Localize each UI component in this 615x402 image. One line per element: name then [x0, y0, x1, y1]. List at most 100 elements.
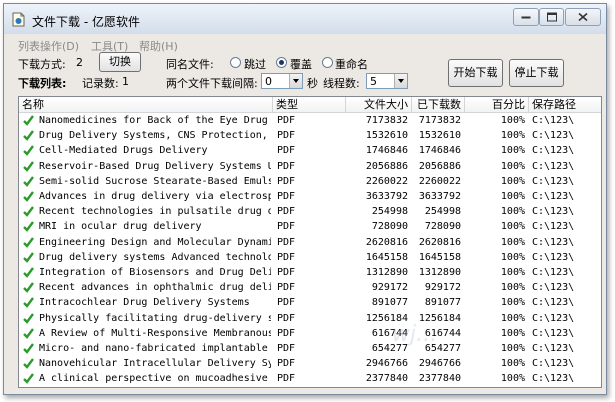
cell-downloaded: 728090	[424, 221, 461, 233]
menu-help[interactable]: 帮助(H)	[139, 38, 178, 54]
checkmark-icon	[23, 176, 34, 187]
table-row[interactable]: Nanomedicines for Back of the Eye Drug D…	[19, 113, 601, 128]
checkmark-icon	[23, 343, 34, 354]
checkmark-icon	[23, 297, 34, 309]
cell-type: PDF	[277, 130, 296, 142]
checkmark-icon	[23, 160, 34, 172]
cell-size: 2056886	[365, 160, 408, 172]
cell-type: PDF	[277, 236, 296, 248]
table-row[interactable]: Cell-Mediated Drugs Delivery PDF 1746846 17…	[19, 143, 601, 158]
radio-skip[interactable]	[230, 57, 241, 68]
mode-label: 下载方式:	[18, 58, 66, 71]
cell-path: C:\123\	[532, 297, 575, 309]
cell-name: Drug Delivery Systems, CNS Protection, a…	[39, 130, 271, 142]
threads-value: 5	[370, 75, 377, 88]
threads-label: 线程数:	[323, 77, 360, 90]
cell-size: 2620816	[365, 236, 408, 248]
title-bar[interactable]: 文件下载 - 亿愿软件	[4, 4, 606, 34]
app-window: 文件下载 - 亿愿软件 列表操作(D) 工具(T) 帮助(H) 下载方式: 2 …	[3, 3, 607, 395]
switch-button[interactable]: 切换	[99, 52, 141, 72]
close-icon	[578, 12, 588, 22]
table-row[interactable]: MRI in ocular drug delivery PDF 728090 7280…	[19, 219, 601, 234]
table-row[interactable]: A clinical perspective on mucoadhesive b…	[19, 371, 601, 386]
column-header-percent[interactable]: 百分比	[465, 97, 529, 112]
radio-overwrite[interactable]	[276, 57, 287, 68]
cell-percent: 100%	[500, 145, 525, 157]
interval-select[interactable]: 0	[261, 73, 303, 89]
cell-path: C:\123\	[532, 206, 575, 218]
cell-type: PDF	[277, 267, 296, 278]
download-list[interactable]: 名称 类型 文件大小 已下载数 百分比 保存路径 Nanomedicines f…	[18, 96, 602, 388]
cell-name: Semi-solid Sucrose Stearate-Based Emulsi…	[39, 175, 271, 187]
cell-type: PDF	[277, 358, 296, 370]
table-row[interactable]: Semi-solid Sucrose Stearate-Based Emulsi…	[19, 174, 601, 189]
table-row[interactable]: Engineering Design and Molecular Dynamic…	[19, 235, 601, 250]
cell-path: C:\123\	[532, 145, 575, 157]
table-row[interactable]: Recent technologies in pulsatile drug de…	[19, 204, 601, 219]
download-list-label: 下载列表:	[18, 77, 67, 90]
cell-size: 1532610	[365, 130, 408, 142]
interval-value: 0	[265, 75, 272, 88]
cell-percent: 100%	[500, 267, 525, 278]
cell-type: PDF	[277, 251, 296, 263]
threads-select[interactable]: 5	[366, 73, 408, 89]
column-header-size[interactable]: 文件大小	[346, 97, 412, 112]
column-header-path[interactable]: 保存路径	[529, 97, 601, 112]
minimize-icon	[521, 16, 531, 19]
cell-size: 728090	[371, 221, 408, 233]
table-row[interactable]: Drug Delivery Systems, CNS Protection, a…	[19, 128, 601, 143]
table-row[interactable]: A Review of Multi-Responsive Membranous …	[19, 326, 601, 341]
table-row[interactable]: Intracochlear Drug Delivery Systems PDF 89…	[19, 295, 601, 310]
record-count-value: 1	[122, 75, 129, 88]
cell-type: PDF	[277, 282, 296, 294]
checkmark-icon	[23, 115, 34, 126]
cell-type: PDF	[277, 327, 296, 339]
cell-downloaded: 2377840	[418, 373, 461, 385]
cell-percent: 100%	[500, 221, 525, 233]
close-button[interactable]	[565, 8, 601, 26]
cell-downloaded: 2620816	[418, 236, 461, 248]
cell-name: Integration of Biosensors and Drug Deliv…	[39, 267, 271, 278]
cell-size: 1645158	[365, 251, 408, 263]
cell-type: PDF	[277, 373, 296, 385]
list-header: 名称 类型 文件大小 已下载数 百分比 保存路径	[19, 97, 601, 113]
cell-size: 254998	[371, 206, 408, 218]
start-download-button[interactable]: 开始下载	[448, 59, 503, 87]
checkmark-icon	[23, 221, 34, 233]
table-row[interactable]: Nanovehicular Intracellular Delivery Sys…	[19, 356, 601, 371]
table-row[interactable]: Reservoir-Based Drug Delivery Systems Ut…	[19, 159, 601, 174]
table-row[interactable]: Physically facilitating drug-delivery sy…	[19, 311, 601, 326]
cell-percent: 100%	[500, 160, 525, 172]
cell-name: Reservoir-Based Drug Delivery Systems Ut…	[39, 160, 271, 172]
app-icon	[12, 12, 25, 27]
cell-name: Intracochlear Drug Delivery Systems	[39, 297, 250, 309]
cell-name: Nanovehicular Intracellular Delivery Sys…	[39, 358, 271, 370]
cell-name: Physically facilitating drug-delivery sy…	[39, 312, 271, 324]
column-header-type[interactable]: 类型	[273, 97, 346, 112]
maximize-button[interactable]	[539, 8, 564, 26]
cell-name: A Review of Multi-Responsive Membranous …	[39, 327, 271, 339]
checkmark-icon	[23, 267, 34, 278]
cell-path: C:\123\	[532, 236, 575, 248]
table-row[interactable]: Micro- and nano-fabricated implantable d…	[19, 341, 601, 356]
cell-name: Micro- and nano-fabricated implantable d…	[39, 343, 271, 354]
cell-path: C:\123\	[532, 115, 575, 126]
table-row[interactable]: Advances in drug delivery via electrospu…	[19, 189, 601, 204]
cell-percent: 100%	[500, 282, 525, 294]
cell-type: PDF	[277, 115, 296, 126]
column-header-downloaded[interactable]: 已下载数	[412, 97, 465, 112]
cell-path: C:\123\	[532, 251, 575, 263]
minimize-button[interactable]	[513, 8, 539, 26]
table-row[interactable]: Recent advances in ophthalmic drug deliv…	[19, 280, 601, 295]
table-row[interactable]: Drug delivery systems Advanced technolog…	[19, 250, 601, 265]
stop-download-button[interactable]: 停止下载	[509, 59, 564, 87]
checkmark-icon	[23, 145, 34, 157]
radio-rename[interactable]	[322, 57, 333, 68]
table-row[interactable]: Integration of Biosensors and Drug Deliv…	[19, 265, 601, 280]
menu-list-ops[interactable]: 列表操作(D)	[18, 38, 79, 54]
column-header-name[interactable]: 名称	[19, 97, 273, 112]
cell-path: C:\123\	[532, 343, 575, 354]
cell-type: PDF	[277, 312, 296, 324]
cell-name: Advances in drug delivery via electrospu…	[39, 191, 271, 202]
cell-downloaded: 1532610	[418, 130, 461, 142]
